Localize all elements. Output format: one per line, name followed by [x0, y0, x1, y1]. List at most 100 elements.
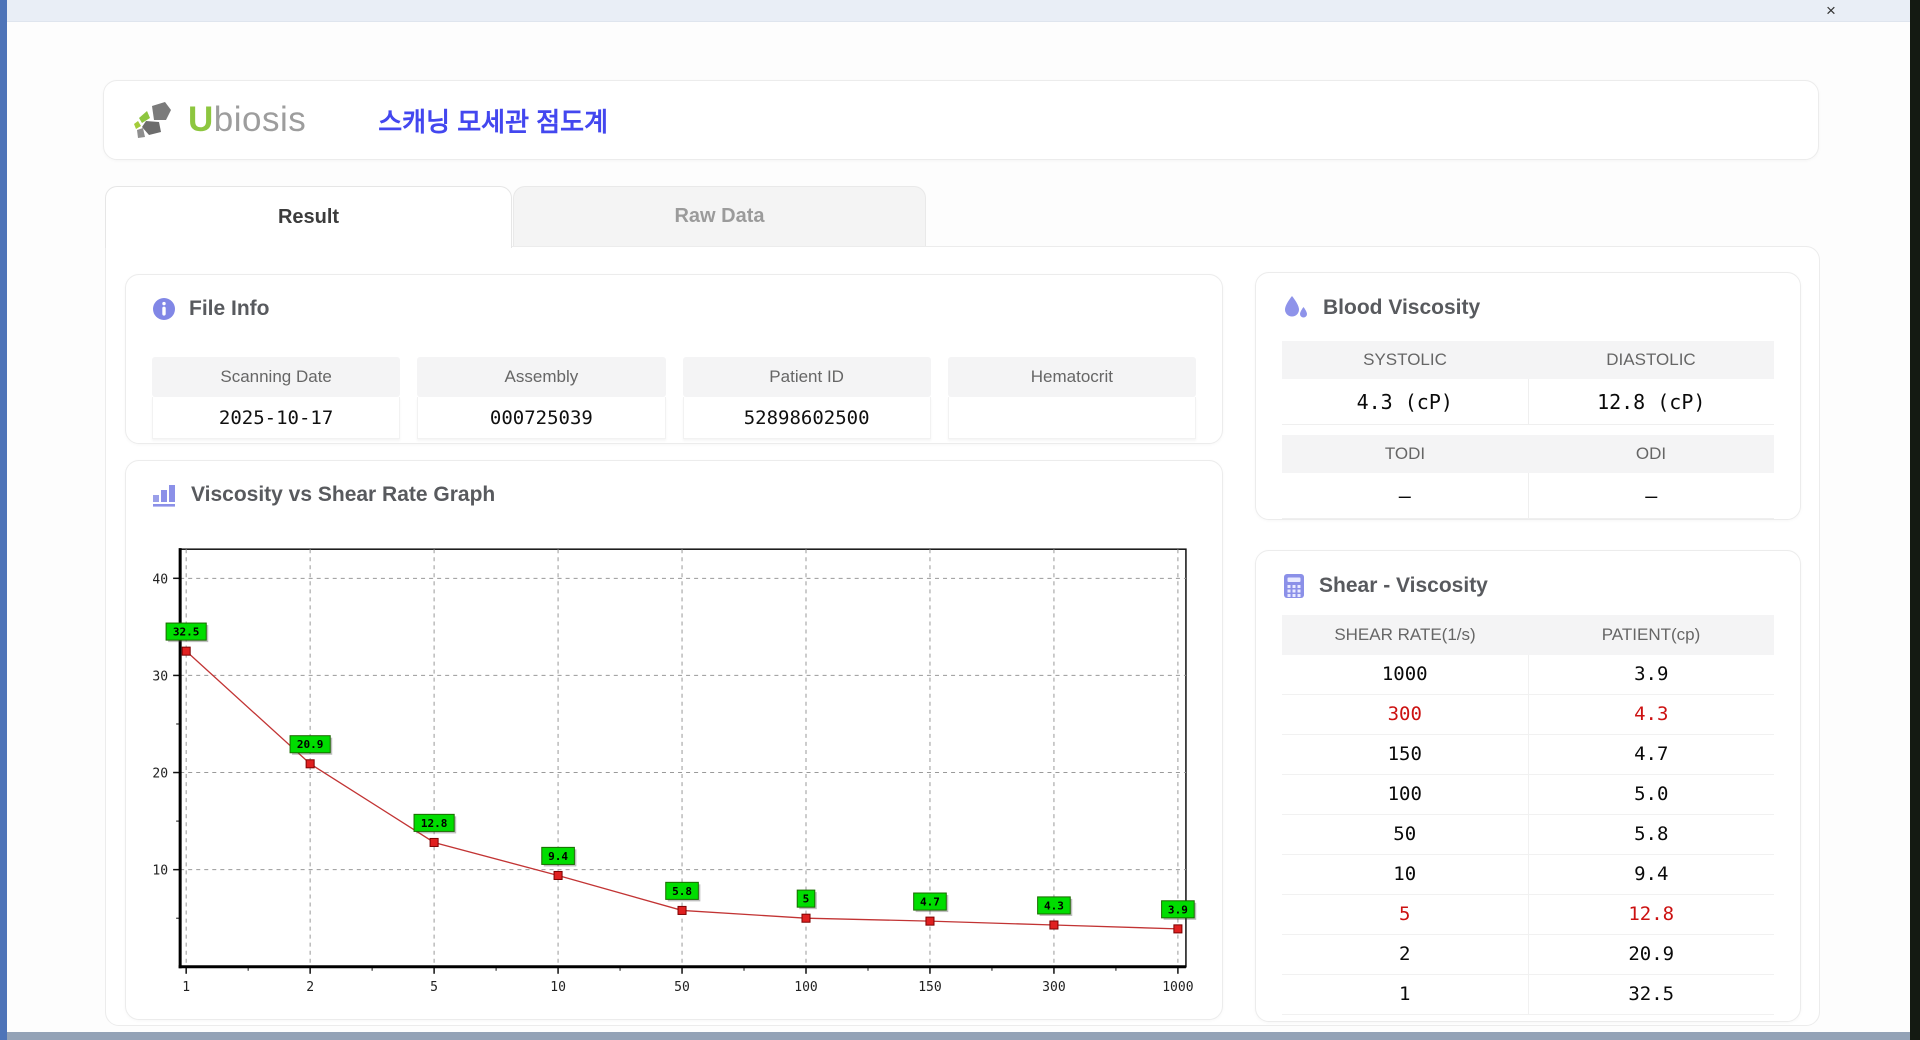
shear-rate-cell: 100 — [1282, 775, 1529, 814]
desktop-edge-right — [1910, 0, 1920, 1040]
patient-cell: 4.7 — [1634, 743, 1669, 765]
shear-rate-cell: 5 — [1282, 895, 1529, 934]
desktop-edge-left — [0, 0, 7, 1040]
svg-text:20.9: 20.9 — [297, 738, 324, 751]
patient-cell: 5.0 — [1634, 783, 1669, 805]
field-label: Hematocrit — [947, 357, 1196, 397]
systolic-label: SYSTOLIC — [1282, 341, 1528, 379]
field-label: Patient ID — [682, 357, 931, 397]
shear-table-header: SHEAR RATE(1/s) PATIENT(cp) — [1282, 615, 1774, 655]
app-window: × Ubiosis 스캐닝 모세관 점도계 Result Raw Data Fi… — [0, 0, 1920, 1040]
svg-text:4.3: 4.3 — [1044, 899, 1064, 912]
diastolic-label: DIASTOLIC — [1528, 341, 1774, 379]
svg-text:1000: 1000 — [1162, 980, 1193, 995]
table-row: 50 5.8 — [1282, 815, 1774, 855]
table-row: 300 4.3 — [1282, 695, 1774, 735]
ubiosis-logo-icon — [134, 102, 171, 138]
svg-text:10: 10 — [550, 980, 566, 995]
shear-viscosity-title: Shear - Viscosity — [1319, 574, 1488, 597]
patient-cell: 4.3 — [1634, 703, 1669, 725]
app-title: 스캐닝 모세관 점도계 — [378, 106, 608, 137]
field-value — [947, 397, 1196, 439]
patient-cell: 12.8 — [1628, 903, 1675, 925]
field-value: 000725039 — [417, 397, 666, 439]
calculator-icon — [1284, 574, 1304, 598]
odi-value: – — [1528, 473, 1774, 519]
blood-viscosity-title: Blood Viscosity — [1323, 296, 1481, 319]
desktop-edge-bottom — [7, 1032, 1910, 1040]
file-info-title: File Info — [189, 297, 270, 320]
tab-raw-data[interactable]: Raw Data — [513, 186, 926, 246]
shear-table-body: 1000 3.9 300 4.3 150 4.7 100 5.0 50 5.8 … — [1282, 655, 1774, 1015]
svg-text:12.8: 12.8 — [421, 817, 448, 830]
svg-text:4.7: 4.7 — [920, 896, 940, 909]
table-row: 1000 3.9 — [1282, 655, 1774, 695]
table-row: 1 32.5 — [1282, 975, 1774, 1015]
svg-text:32.5: 32.5 — [173, 626, 200, 639]
systolic-value: 4.3 (cP) — [1282, 379, 1529, 425]
svg-text:5.8: 5.8 — [672, 885, 692, 898]
table-row: 100 5.0 — [1282, 775, 1774, 815]
svg-text:100: 100 — [794, 980, 818, 995]
field-label: Assembly — [417, 357, 666, 397]
table-row: 10 9.4 — [1282, 855, 1774, 895]
file-info-field: Assembly 000725039 — [417, 357, 666, 439]
patient-cell: 5.8 — [1634, 823, 1669, 845]
svg-text:20: 20 — [152, 767, 168, 782]
patient-column-header: PATIENT(cp) — [1601, 625, 1701, 644]
file-info-field: Patient ID 52898602500 — [682, 357, 931, 439]
svg-text:30: 30 — [152, 669, 168, 684]
shear-rate-cell: 10 — [1282, 855, 1529, 894]
graph-title: Viscosity vs Shear Rate Graph — [191, 483, 496, 506]
patient-cell: 9.4 — [1634, 863, 1669, 885]
bar-chart-icon — [153, 485, 175, 507]
patient-cell: 32.5 — [1628, 983, 1675, 1005]
table-row: 150 4.7 — [1282, 735, 1774, 775]
svg-text:5: 5 — [803, 893, 810, 906]
logo-text: Ubiosis — [188, 100, 307, 139]
shear-viscosity-header: Shear - Viscosity — [1256, 551, 1800, 599]
todi-value: – — [1282, 473, 1529, 519]
blood-viscosity-header: Blood Viscosity — [1256, 273, 1800, 321]
blood-viscosity-card: Blood Viscosity SYSTOLIC DIASTOLIC 4.3 (… — [1255, 272, 1801, 520]
file-info-field: Scanning Date 2025-10-17 — [152, 357, 401, 439]
table-row: 2 20.9 — [1282, 935, 1774, 975]
svg-text:1: 1 — [182, 980, 190, 995]
shear-rate-cell: 50 — [1282, 815, 1529, 854]
blood-viscosity-table: SYSTOLIC DIASTOLIC 4.3 (cP) 12.8 (cP) TO… — [1282, 341, 1774, 519]
svg-text:50: 50 — [674, 980, 690, 995]
droplets-icon — [1285, 296, 1307, 318]
shear-rate-cell: 150 — [1282, 735, 1529, 774]
window-titlebar: × — [7, 0, 1910, 22]
svg-text:2: 2 — [306, 980, 314, 995]
diastolic-value: 12.8 (cP) — [1528, 379, 1774, 425]
shear-rate-cell: 2 — [1282, 935, 1529, 974]
shear-rate-cell: 300 — [1282, 695, 1529, 734]
tab-result[interactable]: Result — [105, 186, 512, 248]
table-row: 5 12.8 — [1282, 895, 1774, 935]
svg-text:3.9: 3.9 — [1168, 903, 1188, 916]
close-icon[interactable]: × — [1818, 0, 1844, 22]
svg-text:5: 5 — [430, 980, 438, 995]
graph-card: Viscosity vs Shear Rate Graph 10 20 30 40 1 2… — [125, 460, 1223, 1020]
file-info-field: Hematocrit — [947, 357, 1196, 439]
shear-rate-cell: 1000 — [1282, 655, 1529, 694]
svg-text:300: 300 — [1042, 980, 1066, 995]
file-info-fields: Scanning Date 2025-10-17 Assembly 000725… — [152, 357, 1196, 439]
field-value: 2025-10-17 — [152, 397, 401, 439]
svg-text:40: 40 — [152, 572, 168, 587]
svg-text:10: 10 — [152, 864, 168, 879]
shear-rate-column-header: SHEAR RATE(1/s) — [1334, 625, 1476, 644]
graph-header: Viscosity vs Shear Rate Graph — [126, 461, 1222, 507]
patient-cell: 20.9 — [1628, 943, 1675, 965]
file-info-header: File Info — [126, 275, 1222, 321]
shear-rate-cell: 1 — [1282, 975, 1529, 1014]
shear-viscosity-table: SHEAR RATE(1/s) PATIENT(cp) 1000 3.9 300… — [1282, 615, 1774, 1015]
shear-viscosity-card: Shear - Viscosity SHEAR RATE(1/s) PATIEN… — [1255, 550, 1801, 1022]
viscosity-chart: 10 20 30 40 1 2 5 10 50 100 150 300 1000 32.5 20.9 12.8… — [152, 548, 1197, 995]
svg-text:9.4: 9.4 — [548, 850, 568, 863]
file-info-card: File Info Scanning Date 2025-10-17 Assem… — [125, 274, 1223, 444]
odi-label: ODI — [1528, 435, 1774, 473]
todi-label: TODI — [1282, 435, 1528, 473]
patient-cell: 3.9 — [1634, 663, 1669, 685]
